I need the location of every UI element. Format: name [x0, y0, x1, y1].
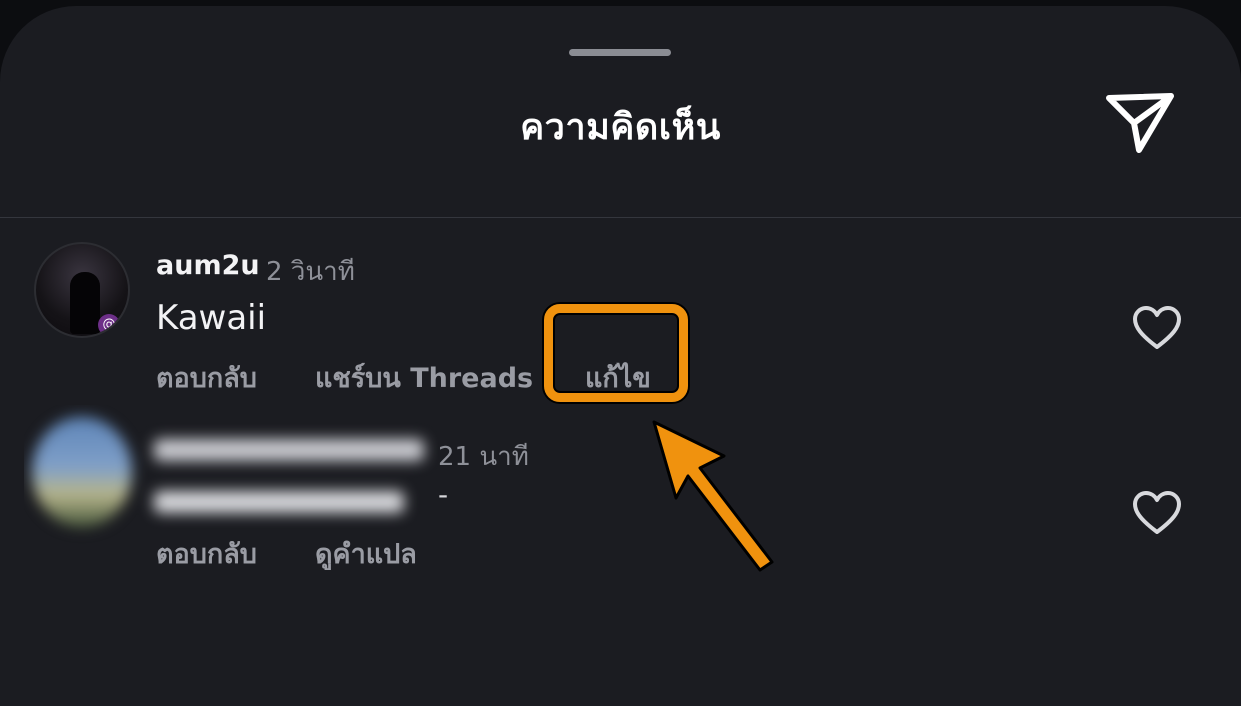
- header-divider: [0, 217, 1241, 218]
- send-icon[interactable]: [1103, 90, 1177, 156]
- blurred-comment: [24, 405, 438, 555]
- avatar-figure: [70, 272, 100, 334]
- reply-button[interactable]: ตอบกลับ: [156, 540, 257, 570]
- blurred-username: [154, 439, 424, 461]
- blurred-text: [154, 491, 404, 513]
- threads-badge-icon: @: [98, 314, 120, 336]
- see-translation-button[interactable]: ดูคำแปล: [315, 540, 417, 570]
- heart-icon[interactable]: [1131, 490, 1183, 536]
- avatar[interactable]: @: [34, 242, 130, 338]
- arrow-annotation-icon: [652, 420, 774, 572]
- avatar[interactable]: [32, 417, 132, 527]
- heart-icon[interactable]: [1131, 305, 1183, 351]
- reply-button[interactable]: ตอบกลับ: [156, 356, 257, 399]
- comment-text: Kawaii: [156, 298, 267, 338]
- comment-text: -: [438, 478, 449, 511]
- comment-username[interactable]: aum2u: [156, 250, 260, 281]
- highlight-box: [544, 304, 688, 402]
- page-title: ความคิดเห็น: [520, 107, 721, 148]
- comment-time: 21 นาที: [438, 442, 529, 472]
- share-on-threads-button[interactable]: แชร์บน Threads: [315, 356, 533, 399]
- comment-time: 2 วินาที: [266, 257, 355, 287]
- drag-handle[interactable]: [569, 49, 671, 56]
